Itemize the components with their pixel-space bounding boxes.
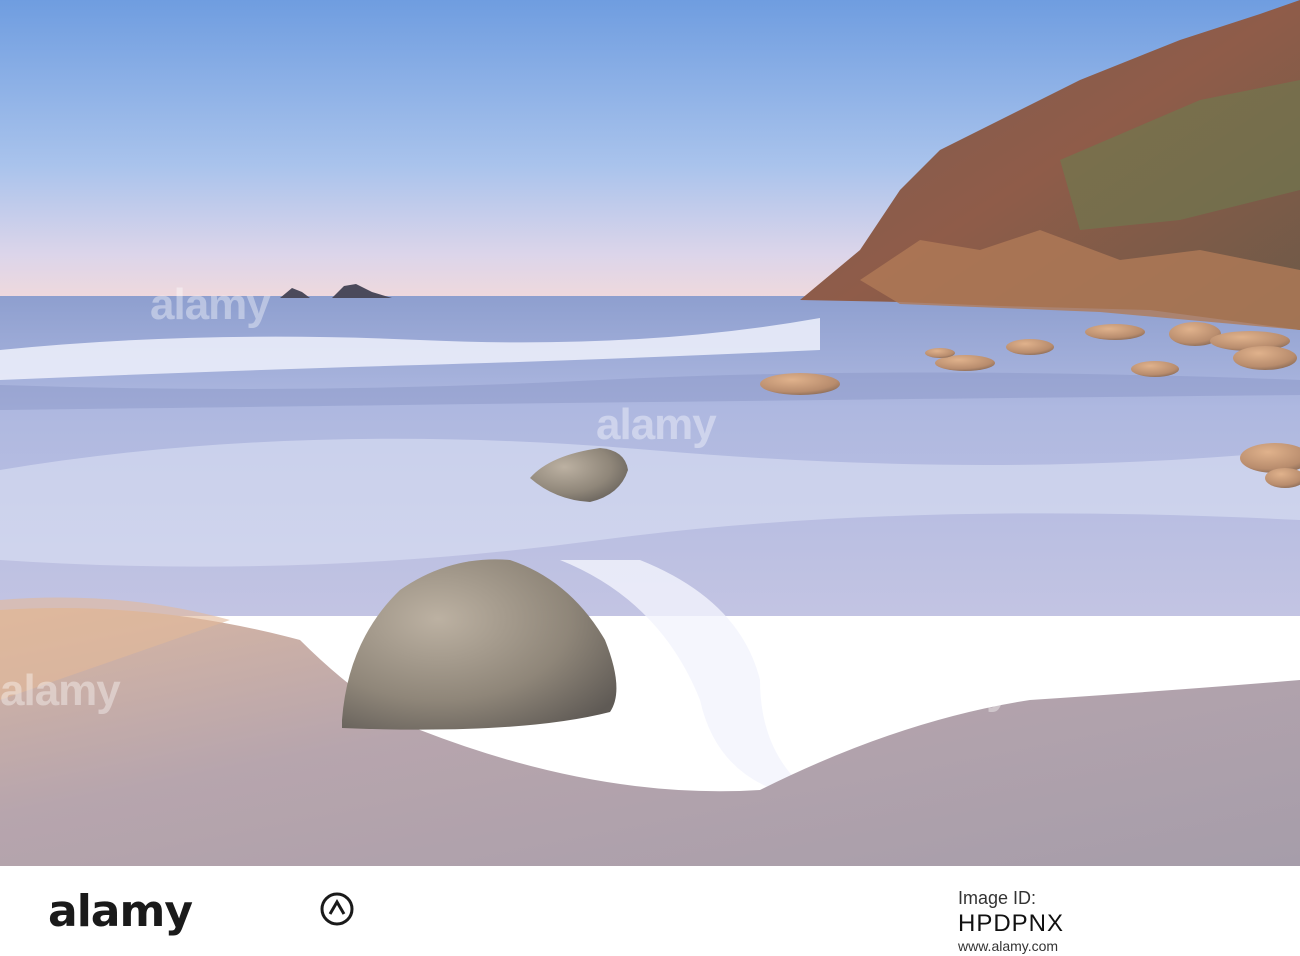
footer-bar: alamy Image ID: HPDPNX www.alamy.com [0, 866, 1300, 956]
image-id-label: Image ID: [958, 888, 1037, 908]
beach-photo [0, 0, 1300, 866]
brand-mark-icon [320, 892, 354, 926]
image-id: HPDPNX [958, 910, 1065, 937]
footer-url: www.alamy.com [958, 938, 1059, 954]
brand-logo: alamy [48, 886, 193, 937]
